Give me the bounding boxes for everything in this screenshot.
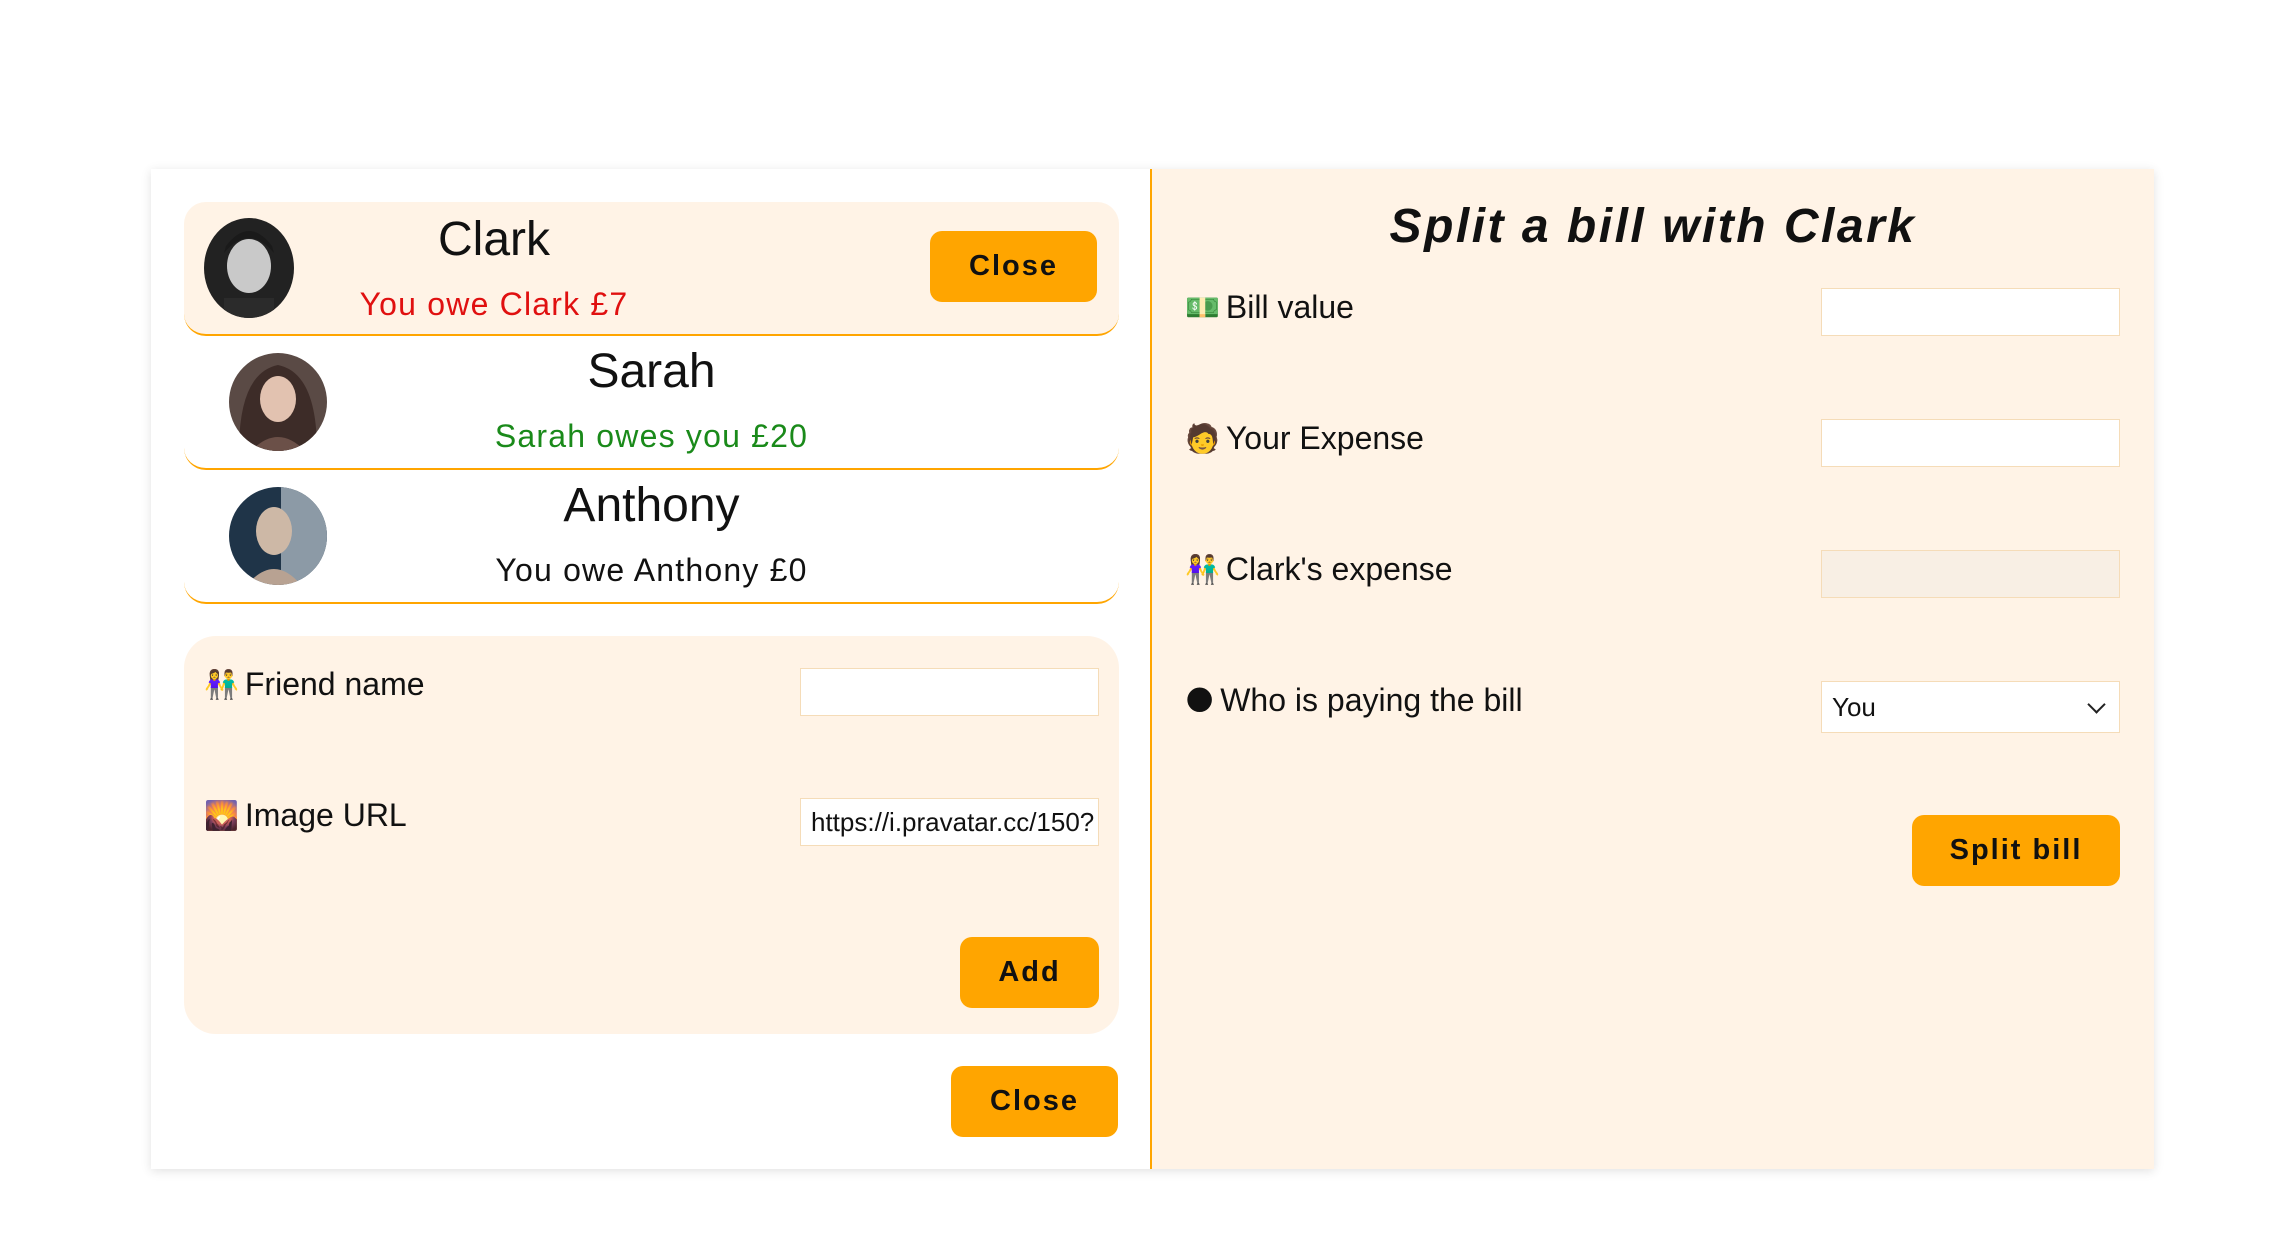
friend-item-anthony[interactable]: Anthony You owe Anthony £0 [184,470,1119,604]
add-friend-button[interactable]: Add [960,937,1099,1008]
image-url-input[interactable]: https://i.pravatar.cc/150? [800,798,1099,846]
people-holding-hands-icon: 👫 [204,668,239,701]
close-form-button[interactable]: Close [951,1066,1118,1137]
friend-balance: You owe Anthony £0 [495,552,808,588]
friend-item-clark[interactable]: Clark You owe Clark £7 Close [184,202,1119,336]
friend-balance: Sarah owes you £20 [494,418,809,454]
image-url-label-text: Image URL [244,797,407,833]
friend-expense-label: 👫 Clark's expense [1185,551,1453,588]
friends-column: Clark You owe Clark £7 Close Sarah Sarah… [151,169,1152,1169]
your-expense-input[interactable] [1821,419,2120,467]
friend-expense-label-text: Clark's expense [1225,551,1453,587]
money-bill-icon: 💵 [1185,291,1220,324]
bill-value-label-text: Bill value [1225,289,1354,325]
split-bill-button[interactable]: Split bill [1912,815,2120,886]
chevron-down-icon [2087,694,2106,714]
payer-select[interactable]: You [1821,681,2120,733]
your-expense-label: 🧑 Your Expense [1185,420,1424,457]
friend-name-label-text: Friend name [244,666,425,702]
friend-name: Clark [437,213,550,266]
moon-icon: 🌑 [1185,684,1215,717]
bill-value-label: 💵 Bill value [1185,289,1354,326]
friend-name: Anthony [563,479,740,532]
payer-select-value: You [1832,691,1876,722]
your-expense-label-text: Your Expense [1225,420,1424,456]
split-bill-title: Split a bill with Clark [1389,200,1917,253]
payer-label-text: Who is paying the bill [1220,682,1523,718]
person-icon: 🧑 [1185,422,1220,455]
payer-label: 🌑 Who is paying the bill [1185,682,1523,719]
friend-name: Sarah [587,345,716,398]
select-friend-close-button[interactable]: Close [930,231,1097,302]
bill-value-input[interactable] [1821,288,2120,336]
people-holding-hands-icon: 👫 [1185,553,1220,586]
friend-item-sarah[interactable]: Sarah Sarah owes you £20 [184,336,1119,470]
sunrise-picture-icon: 🌄 [204,799,239,832]
friend-balance: You owe Clark £7 [359,286,629,322]
split-bill-form: Split a bill with Clark 💵 Bill value 🧑 Y… [1152,169,2154,1169]
friend-name-label: 👫 Friend name [204,666,425,703]
friend-expense-input [1821,550,2120,598]
image-url-label: 🌄 Image URL [204,797,407,834]
add-friend-form: 👫 Friend name 🌄 Image URL https://i.prav… [184,636,1119,1034]
app-container: Clark You owe Clark £7 Close Sarah Sarah… [151,169,2154,1169]
friend-name-input[interactable] [800,668,1099,716]
